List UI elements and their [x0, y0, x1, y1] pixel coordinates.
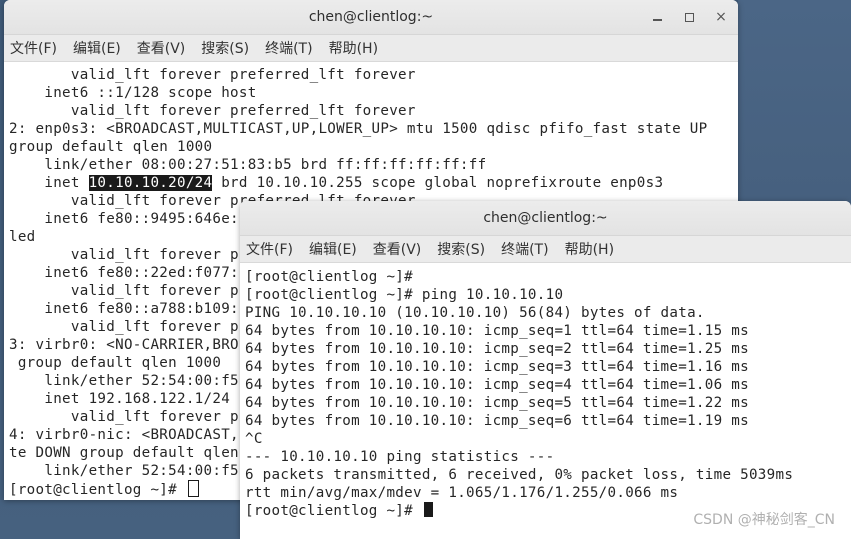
maximize-icon[interactable] [682, 10, 696, 24]
terminal-window-front[interactable]: chen@clientlog:~ 文件(F) 编辑(E) 查看(V) 搜索(S)… [240, 201, 851, 539]
terminal-line: 2: enp0s3: <BROADCAST,MULTICAST,UP,LOWER… [9, 120, 738, 138]
terminal-text: [root@clientlog ~]# [9, 482, 186, 498]
terminal-line: 64 bytes from 10.10.10.10: icmp_seq=5 tt… [245, 394, 851, 412]
terminal-line: PING 10.10.10.10 (10.10.10.10) 56(84) by… [245, 304, 851, 322]
menu-help[interactable]: 帮助(H) [565, 239, 614, 259]
menu-search[interactable]: 搜索(S) [437, 239, 485, 259]
terminal-line: [root@clientlog ~]# ping 10.10.10.10 [245, 286, 851, 304]
terminal-text: inet 192.168.122.1/24 [9, 391, 231, 407]
terminal-text: inet6 fe80::9495:646e: [9, 211, 239, 227]
terminal-line: [root@clientlog ~]# [245, 268, 851, 286]
menubar: 文件(F) 编辑(E) 查看(V) 搜索(S) 终端(T) 帮助(H) [4, 35, 738, 62]
terminal-text: link/ether 52:54:00:f5 [9, 463, 239, 479]
menu-terminal[interactable]: 终端(T) [265, 38, 312, 58]
text-cursor [187, 480, 199, 497]
terminal-text: valid_lft forever p [9, 409, 239, 425]
menu-file[interactable]: 文件(F) [10, 38, 57, 58]
terminal-text: valid_lft forever p [9, 283, 239, 299]
terminal-text: inet [9, 175, 89, 191]
terminal-line: 6 packets transmitted, 6 received, 0% pa… [245, 466, 851, 484]
terminal-line: ^C [245, 430, 851, 448]
terminal-text: [root@clientlog ~]# ping 10.10.10.10 [245, 287, 564, 303]
close-icon[interactable]: × [714, 9, 728, 25]
terminal-text: inet6 fe80::a788:b109: [9, 301, 239, 317]
terminal-line: valid_lft forever preferred_lft forever [9, 66, 738, 84]
terminal-text: link/ether 08:00:27:51:83:b5 brd ff:ff:f… [9, 157, 487, 173]
terminal-text: valid_lft forever p [9, 247, 239, 263]
terminal-text: group default qlen 1000 [9, 355, 222, 371]
menu-edit[interactable]: 编辑(E) [309, 239, 357, 259]
terminal-line: inet 10.10.10.20/24 brd 10.10.10.255 sco… [9, 174, 738, 192]
terminal-line: group default qlen 1000 [9, 138, 738, 156]
text-cursor [423, 502, 433, 517]
terminal-text: 64 bytes from 10.10.10.10: icmp_seq=1 tt… [245, 323, 749, 339]
terminal-text: [root@clientlog ~]# [245, 269, 413, 285]
titlebar[interactable]: chen@clientlog:~ × [4, 0, 738, 35]
terminal-text: [root@clientlog ~]# [245, 503, 422, 519]
terminal-line: 64 bytes from 10.10.10.10: icmp_seq=3 tt… [245, 358, 851, 376]
menu-edit[interactable]: 编辑(E) [73, 38, 121, 58]
terminal-output[interactable]: [root@clientlog ~]# [root@clientlog ~]# p… [240, 263, 851, 539]
menu-view[interactable]: 查看(V) [137, 38, 186, 58]
terminal-text: 4: virbr0-nic: <BROADCAST, [9, 427, 239, 443]
terminal-line: link/ether 08:00:27:51:83:b5 brd ff:ff:f… [9, 156, 738, 174]
terminal-line: 64 bytes from 10.10.10.10: icmp_seq=2 tt… [245, 340, 851, 358]
menu-view[interactable]: 查看(V) [373, 239, 422, 259]
terminal-line: --- 10.10.10.10 ping statistics --- [245, 448, 851, 466]
terminal-text: valid_lft forever preferred_lft forever [9, 67, 416, 83]
window-title: chen@clientlog:~ [483, 210, 608, 226]
terminal-text: brd 10.10.10.255 scope global noprefixro… [212, 175, 664, 191]
terminal-text: rtt min/avg/max/mdev = 1.065/1.176/1.255… [245, 485, 679, 501]
terminal-text: 64 bytes from 10.10.10.10: icmp_seq=6 tt… [245, 413, 749, 429]
terminal-line: 64 bytes from 10.10.10.10: icmp_seq=6 tt… [245, 412, 851, 430]
menu-terminal[interactable]: 终端(T) [501, 239, 548, 259]
terminal-text: 2: enp0s3: <BROADCAST,MULTICAST,UP,LOWER… [9, 121, 708, 137]
terminal-text: 3: virbr0: <NO-CARRIER,BRO [9, 337, 239, 353]
terminal-text: inet6 ::1/128 scope host [9, 85, 257, 101]
menu-file[interactable]: 文件(F) [246, 239, 293, 259]
terminal-text: --- 10.10.10.10 ping statistics --- [245, 449, 555, 465]
terminal-text: PING 10.10.10.10 (10.10.10.10) 56(84) by… [245, 305, 705, 321]
menu-help[interactable]: 帮助(H) [329, 38, 378, 58]
terminal-text: 64 bytes from 10.10.10.10: icmp_seq=3 tt… [245, 359, 749, 375]
window-controls: × [650, 0, 728, 34]
csdn-watermark: CSDN @神秘剑客_CN [693, 512, 835, 528]
terminal-text: 6 packets transmitted, 6 received, 0% pa… [245, 467, 794, 483]
menubar: 文件(F) 编辑(E) 查看(V) 搜索(S) 终端(T) 帮助(H) [240, 236, 851, 263]
terminal-text: group default qlen 1000 [9, 139, 213, 155]
terminal-line: valid_lft forever preferred_lft forever [9, 102, 738, 120]
titlebar[interactable]: chen@clientlog:~ [240, 201, 851, 236]
minimize-icon[interactable] [650, 10, 664, 24]
terminal-line: 64 bytes from 10.10.10.10: icmp_seq=1 tt… [245, 322, 851, 340]
menu-search[interactable]: 搜索(S) [201, 38, 249, 58]
terminal-text: 64 bytes from 10.10.10.10: icmp_seq=2 tt… [245, 341, 749, 357]
terminal-line: inet6 ::1/128 scope host [9, 84, 738, 102]
selected-ip-address: 10.10.10.20/24 [88, 175, 213, 191]
terminal-text: 64 bytes from 10.10.10.10: icmp_seq=4 tt… [245, 377, 749, 393]
terminal-line: rtt min/avg/max/mdev = 1.065/1.176/1.255… [245, 484, 851, 502]
terminal-text: 64 bytes from 10.10.10.10: icmp_seq=5 tt… [245, 395, 749, 411]
terminal-text: ^C [245, 431, 263, 447]
terminal-text: valid_lft forever p [9, 319, 239, 335]
terminal-text: link/ether 52:54:00:f5 [9, 373, 239, 389]
terminal-text: valid_lft forever preferred_lft forever [9, 103, 416, 119]
terminal-text: led [9, 229, 36, 245]
window-title: chen@clientlog:~ [308, 9, 434, 25]
terminal-line: 64 bytes from 10.10.10.10: icmp_seq=4 tt… [245, 376, 851, 394]
terminal-text: inet6 fe80::22ed:f077: [9, 265, 239, 281]
terminal-text: te DOWN group default qlen [9, 445, 239, 461]
